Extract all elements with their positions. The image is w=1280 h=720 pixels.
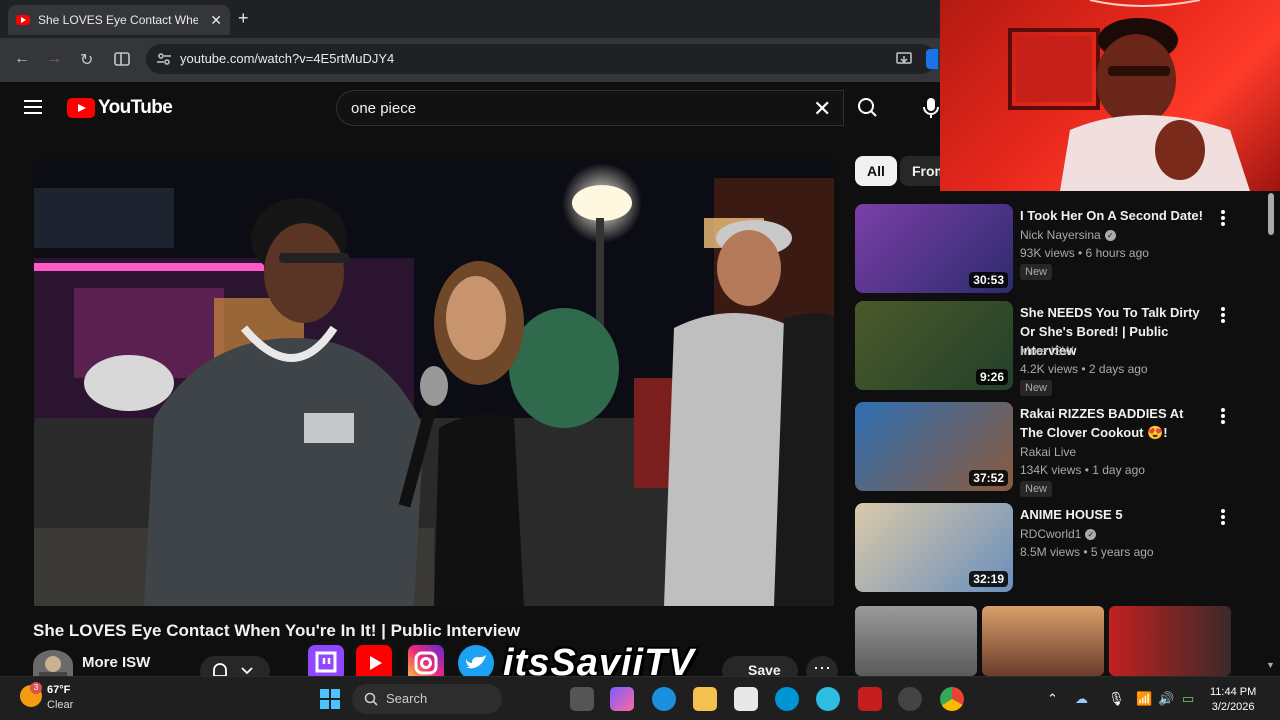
recommended-channel-name: More ISW [1020,344,1074,358]
verified-badge-icon: ✓ [1104,230,1116,242]
install-app-icon[interactable] [896,51,912,67]
verified-badge-icon: ✓ [1085,529,1097,541]
video-player[interactable] [34,158,834,606]
wifi-icon[interactable]: 📶 [1136,691,1152,707]
recommended-video-meta: 4.2K views • 2 days ago [1020,362,1148,376]
youtube-play-icon [67,98,95,118]
recommended-video-title[interactable]: I Took Her On A Second Date! [1020,206,1210,225]
video-thumbnail[interactable] [982,606,1104,676]
temperature: 67°F [47,684,71,696]
onedrive-icon[interactable]: ☁ [1075,691,1088,707]
taskbar-search-label: Search [386,691,428,706]
recommended-video-title[interactable]: ANIME HOUSE 5 [1020,505,1210,524]
more-options-icon[interactable] [1221,307,1227,325]
windows-start-icon[interactable] [320,689,340,709]
copilot-icon[interactable] [610,687,634,711]
video-frame [34,158,834,606]
address-bar[interactable]: youtube.com/watch?v=4E5rtMuDJY4 [146,44,938,74]
recommended-video-meta: 134K views • 1 day ago [1020,463,1145,477]
browser-toolbar: ← → ↻ youtube.com/watch?v=4E5rtMuDJY4 [0,38,940,82]
extension-icon[interactable] [926,49,938,69]
search-query: one piece [351,100,417,117]
chrome-icon[interactable] [940,687,964,711]
video-thumbnail[interactable]: 32:19 [855,503,1013,592]
clear-search-icon[interactable]: ✕ [813,96,831,122]
video-thumbnail[interactable] [855,606,977,676]
recommended-channel-name: Nick Nayersina [1020,228,1101,242]
video-thumbnail[interactable]: 30:53 [855,204,1013,293]
system-clock[interactable]: 11:44 PM 3/2/2026 [1210,685,1256,715]
task-view-icon[interactable] [570,687,594,711]
battery-icon[interactable]: ▭ [1182,691,1194,707]
scrollbar-thumb[interactable] [1268,193,1274,235]
recommended-video[interactable]: 37:52 Rakai RIZZES BADDIES At The Clover … [855,402,1265,497]
forward-icon[interactable]: → [46,50,62,68]
recommended-video-title[interactable]: Rakai RIZZES BADDIES At The Clover Cooko… [1020,404,1210,442]
youtube-logo-text: YouTube [98,97,173,118]
recommended-channel[interactable]: More ISW [1020,344,1073,358]
recommended-video-meta: 93K views • 6 hours ago [1020,246,1149,260]
video-thumbnail[interactable]: 37:52 [855,402,1013,491]
youtube-favicon-icon [16,15,30,25]
microphone-icon[interactable]: 🎙 [1108,691,1125,707]
search-button[interactable] [844,90,894,126]
weather-alert-badge: 3 [30,682,42,694]
chip-all[interactable]: All [855,156,897,186]
recommended-channel-name: Rakai Live [1020,445,1077,459]
new-badge: New [1020,264,1053,280]
volume-icon[interactable]: 🔊 [1158,691,1174,707]
recommended-channel[interactable]: Nick Nayersina ✓ [1020,228,1116,242]
video-duration: 37:52 [969,470,1008,486]
hamburger-menu-icon[interactable] [24,100,42,114]
taskbar-search-icon [364,692,378,706]
mcafee-icon[interactable] [858,687,882,711]
new-tab-button[interactable]: + [238,8,249,29]
new-badge: New [1020,481,1053,497]
voice-search-icon[interactable] [922,96,940,120]
search-input[interactable]: one piece [336,90,844,126]
video-thumbnail[interactable]: 9:26 [855,301,1013,390]
reload-icon[interactable]: ↻ [80,50,93,70]
more-options-icon[interactable] [1221,509,1227,527]
webcam-overlay [940,0,1280,191]
recommended-video[interactable]: 32:19 ANIME HOUSE 5 RDCworld1 ✓ 8.5M views •… [855,503,1265,595]
new-badge: New [1020,380,1053,396]
streamer-camera-feed [1008,0,1250,191]
recommended-video-meta: 8.5M views • 5 years ago [1020,545,1154,559]
edge-browser-icon[interactable] [652,687,676,711]
microsoft-store-icon[interactable] [734,687,758,711]
back-icon[interactable]: ← [14,50,30,68]
browser-tab[interactable]: She LOVES Eye Contact When Y ✕ [8,5,230,35]
windows-taskbar: 3 67°F Clear Search ⌃ ☁ 🎙 📶 🔊 ▭ 11:44 PM… [0,676,1280,720]
hp-icon[interactable] [775,687,799,711]
more-options-icon[interactable] [1221,408,1227,426]
scroll-down-arrow-icon[interactable]: ▼ [1266,660,1275,670]
recommended-video[interactable]: 30:53 I Took Her On A Second Date! Nick Na… [855,204,1265,296]
video-duration: 9:26 [975,369,1008,385]
recommended-channel-name: RDCworld1 [1020,527,1082,541]
recommended-channel[interactable]: Rakai Live [1020,445,1076,459]
video-duration: 30:53 [969,272,1008,288]
split-view-icon[interactable] [114,51,130,67]
url-text: youtube.com/watch?v=4E5rtMuDJY4 [180,51,395,66]
tab-close-icon[interactable]: ✕ [210,12,222,29]
browser-tab-bar: She LOVES Eye Contact When Y ✕ + [0,0,940,38]
tab-title: She LOVES Eye Contact When Y [38,13,198,27]
video-thumbnail[interactable] [1109,606,1231,676]
video-duration: 32:19 [969,571,1008,587]
file-explorer-icon[interactable] [693,687,717,711]
recommended-video[interactable]: 9:26 She NEEDS You To Talk Dirty Or She's… [855,301,1265,396]
clock-date: 3/2/2026 [1211,701,1255,713]
channel-name[interactable]: More ISW [82,654,150,671]
clock-time: 11:44 PM [1210,686,1257,698]
sticky-app-icon[interactable] [816,687,840,711]
more-options-icon[interactable] [1221,210,1227,228]
show-hidden-icons-icon[interactable]: ⌃ [1047,691,1058,707]
recommended-channel[interactable]: RDCworld1 ✓ [1020,527,1097,541]
youtube-logo[interactable]: YouTube [67,97,173,119]
obs-icon[interactable] [898,687,922,711]
weather-condition: Clear [47,699,74,711]
site-info-icon[interactable] [156,51,172,67]
